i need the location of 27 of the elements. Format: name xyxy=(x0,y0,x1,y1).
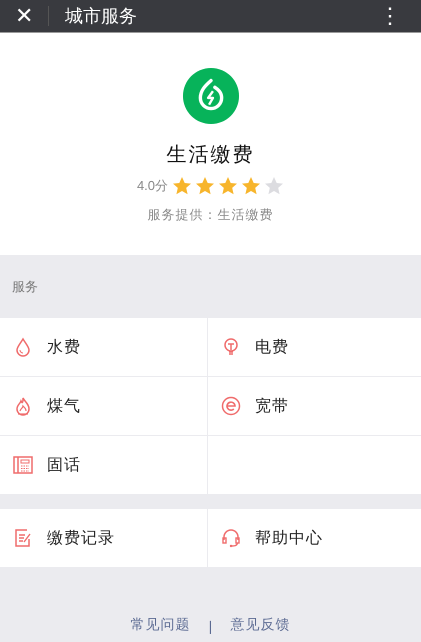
service-item[interactable]: 固话 xyxy=(0,436,207,494)
page-title: 城市服务 xyxy=(65,5,138,28)
headset-icon xyxy=(221,528,241,548)
menu-item[interactable]: 缴费记录 xyxy=(0,509,207,567)
menu-item[interactable]: 帮助中心 xyxy=(208,509,421,567)
rating-score: 4.0分 xyxy=(136,177,168,195)
section-label: 服务 xyxy=(12,278,38,296)
app-logo-icon xyxy=(182,67,240,125)
provider-text: 服务提供：生活缴费 xyxy=(148,206,274,224)
star-icon xyxy=(195,176,216,196)
notepad-icon xyxy=(13,528,33,548)
service-item[interactable]: 煤气 xyxy=(0,377,207,435)
app-name: 生活缴费 xyxy=(166,143,254,168)
close-button[interactable]: ✕ xyxy=(0,0,48,32)
service-item[interactable]: 电费 xyxy=(208,318,421,376)
footer-link[interactable]: 常见问题 xyxy=(130,616,191,634)
service-item[interactable]: 宽带 xyxy=(208,377,421,435)
star-icon xyxy=(241,176,262,196)
telephone-icon xyxy=(13,455,33,475)
service-item[interactable]: 水费 xyxy=(0,318,207,376)
letter-e-icon xyxy=(221,396,241,416)
star-icon xyxy=(172,176,192,196)
footer-link[interactable]: 意见反馈 xyxy=(230,616,290,634)
star-icon xyxy=(264,176,284,196)
more-menu-button[interactable]: ⋮ xyxy=(375,3,405,29)
link-separator: | xyxy=(208,618,212,634)
star-icon xyxy=(218,176,238,196)
